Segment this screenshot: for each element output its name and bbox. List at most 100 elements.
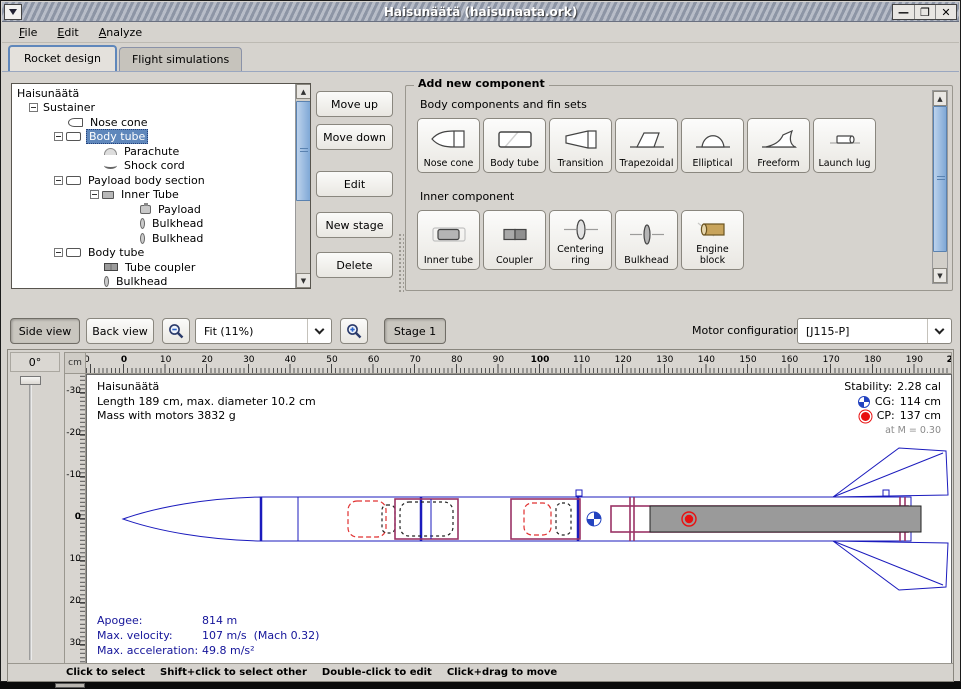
side-view-button[interactable]: Side view <box>10 318 80 344</box>
component-scrollbar[interactable]: ▲ ▼ <box>932 90 948 284</box>
minimize-button[interactable]: — <box>893 5 914 19</box>
flight-info: Apogee:814 m Max. velocity:107 m/s (Mach… <box>97 613 319 658</box>
motor-configuration-value: [J115-P] <box>798 325 927 338</box>
tree-rows: Haisunäätä Sustainer Nose cone Body tube… <box>12 86 294 289</box>
ruler-unit: cm <box>64 352 86 374</box>
new-stage-button[interactable]: New stage <box>316 212 393 238</box>
hint-drag: Click+drag to move <box>447 667 557 678</box>
body-tube-icon <box>66 248 81 257</box>
tree-item[interactable]: Payload body section <box>12 173 294 188</box>
taskbar-item[interactable] <box>55 683 85 688</box>
collapse-icon[interactable] <box>90 190 99 199</box>
tree-item[interactable]: Tube coupler <box>12 260 294 275</box>
scroll-up-icon[interactable]: ▲ <box>933 91 947 106</box>
component-button-coupler[interactable]: Coupler <box>483 210 546 270</box>
tree-item[interactable]: Inner Tube <box>12 188 294 203</box>
tree-item[interactable]: Payload <box>12 202 294 217</box>
taskbar <box>0 682 961 689</box>
tree-item[interactable]: Haisunäätä <box>12 86 294 101</box>
window-controls: — ❐ ✕ <box>892 4 957 20</box>
main-window: Haisunäätä (haisunaata.ork) — ❐ ✕ File E… <box>0 0 961 682</box>
tree-item[interactable]: Bulkhead <box>12 217 294 232</box>
scroll-down-icon[interactable]: ▼ <box>933 268 947 283</box>
move-down-button[interactable]: Move down <box>316 124 393 150</box>
hint-click: Click to select <box>66 667 145 678</box>
maximize-button[interactable]: ❐ <box>914 5 935 19</box>
stability-label: Stability: <box>844 380 892 395</box>
chevron-down-icon <box>307 319 331 343</box>
max-acceleration-value: 49.8 m/s² <box>202 643 255 658</box>
tree-item-selected[interactable]: Body tube <box>12 130 294 145</box>
collapse-icon[interactable] <box>54 176 63 185</box>
component-scroll-thumb[interactable] <box>933 106 947 252</box>
splitter-handle[interactable] <box>398 233 404 293</box>
centering-ring-icon <box>562 213 600 245</box>
tab-rocket-design[interactable]: Rocket design <box>8 45 117 71</box>
menu-analyze[interactable]: Analyze <box>90 24 151 41</box>
rocket-canvas[interactable]: Haisunäätä Length 189 cm, max. diameter … <box>86 374 952 664</box>
parachute-icon <box>104 148 117 155</box>
scroll-up-icon[interactable]: ▲ <box>296 84 311 99</box>
component-button-freeform[interactable]: Freeform <box>747 118 810 173</box>
zoom-out-button[interactable] <box>162 318 190 344</box>
inner-component-label: Inner component <box>420 190 514 203</box>
menu-edit[interactable]: Edit <box>48 24 87 41</box>
nose-cone-icon <box>68 118 83 127</box>
max-velocity-label: Max. velocity: <box>97 628 202 643</box>
edit-button[interactable]: Edit <box>316 171 393 197</box>
cg-label: CG: <box>875 395 895 410</box>
menu-file[interactable]: File <box>10 24 46 41</box>
window-title: Haisunäätä (haisunaata.ork) <box>2 5 959 19</box>
component-button-transition[interactable]: Transition <box>549 118 612 173</box>
tree-scroll-thumb[interactable] <box>296 101 311 201</box>
title-bar[interactable]: Haisunäätä (haisunaata.ork) — ❐ ✕ <box>2 2 959 22</box>
hint-double-click: Double-click to edit <box>322 667 432 678</box>
cp-icon <box>861 412 870 421</box>
tab-flight-simulations[interactable]: Flight simulations <box>119 47 242 71</box>
zoom-in-button[interactable] <box>340 318 368 344</box>
component-tree[interactable]: Haisunäätä Sustainer Nose cone Body tube… <box>11 83 311 289</box>
v-ruler: -30-20-100102030 <box>64 374 86 664</box>
tube-coupler-icon <box>104 263 118 271</box>
component-button-bulkhead[interactable]: Bulkhead <box>615 210 678 270</box>
max-acceleration-label: Max. acceleration: <box>97 643 202 658</box>
tree-item[interactable]: Bulkhead <box>12 231 294 246</box>
component-button-elliptical[interactable]: Elliptical <box>681 118 744 173</box>
collapse-icon[interactable] <box>54 248 63 257</box>
close-button[interactable]: ✕ <box>935 5 956 19</box>
move-up-button[interactable]: Move up <box>316 91 393 117</box>
h-ruler: -100102030405060708090100110120130140150… <box>86 352 952 374</box>
delete-button[interactable]: Delete <box>316 252 393 278</box>
component-button-nose-cone[interactable]: Nose cone <box>417 118 480 173</box>
component-button-inner-tube[interactable]: Inner tube <box>417 210 480 270</box>
engine-block-icon <box>694 213 732 245</box>
cg-marker <box>587 512 601 526</box>
component-button-engine-block[interactable]: Engine block <box>681 210 744 270</box>
rotation-slider[interactable] <box>29 380 32 660</box>
tree-item[interactable]: Body tube <box>12 246 294 261</box>
tree-item[interactable]: Shock cord <box>12 159 294 174</box>
motor-configuration-label: Motor configuration: <box>692 324 804 337</box>
collapse-icon[interactable] <box>29 103 38 112</box>
motor-configuration-select[interactable]: [J115-P] <box>797 318 952 344</box>
component-button-launch-lug[interactable]: Launch lug <box>813 118 876 173</box>
component-button-trapezoidal[interactable]: Trapezoidal <box>615 118 678 173</box>
back-view-button[interactable]: Back view <box>86 318 154 344</box>
transition-icon <box>562 121 600 159</box>
tree-item[interactable]: Nose cone <box>12 115 294 130</box>
stage-1-toggle[interactable]: Stage 1 <box>384 318 446 344</box>
hint-shift-click: Shift+click to select other <box>160 667 307 678</box>
cg-icon <box>858 396 870 408</box>
component-button-body-tube[interactable]: Body tube <box>483 118 546 173</box>
zoom-select[interactable]: Fit (11%) <box>195 318 332 344</box>
coupler-icon <box>496 213 534 256</box>
window-menu-icon[interactable] <box>4 4 22 20</box>
tree-item[interactable]: Sustainer <box>12 101 294 116</box>
rotation-slider-handle[interactable] <box>20 376 41 385</box>
tree-scrollbar[interactable]: ▲ ▼ <box>295 84 310 288</box>
scroll-down-icon[interactable]: ▼ <box>296 273 311 288</box>
collapse-icon[interactable] <box>54 132 63 141</box>
tree-item[interactable]: Parachute <box>12 144 294 159</box>
component-button-centering-ring[interactable]: Centering ring <box>549 210 612 270</box>
tree-item[interactable]: Bulkhead <box>12 275 294 290</box>
